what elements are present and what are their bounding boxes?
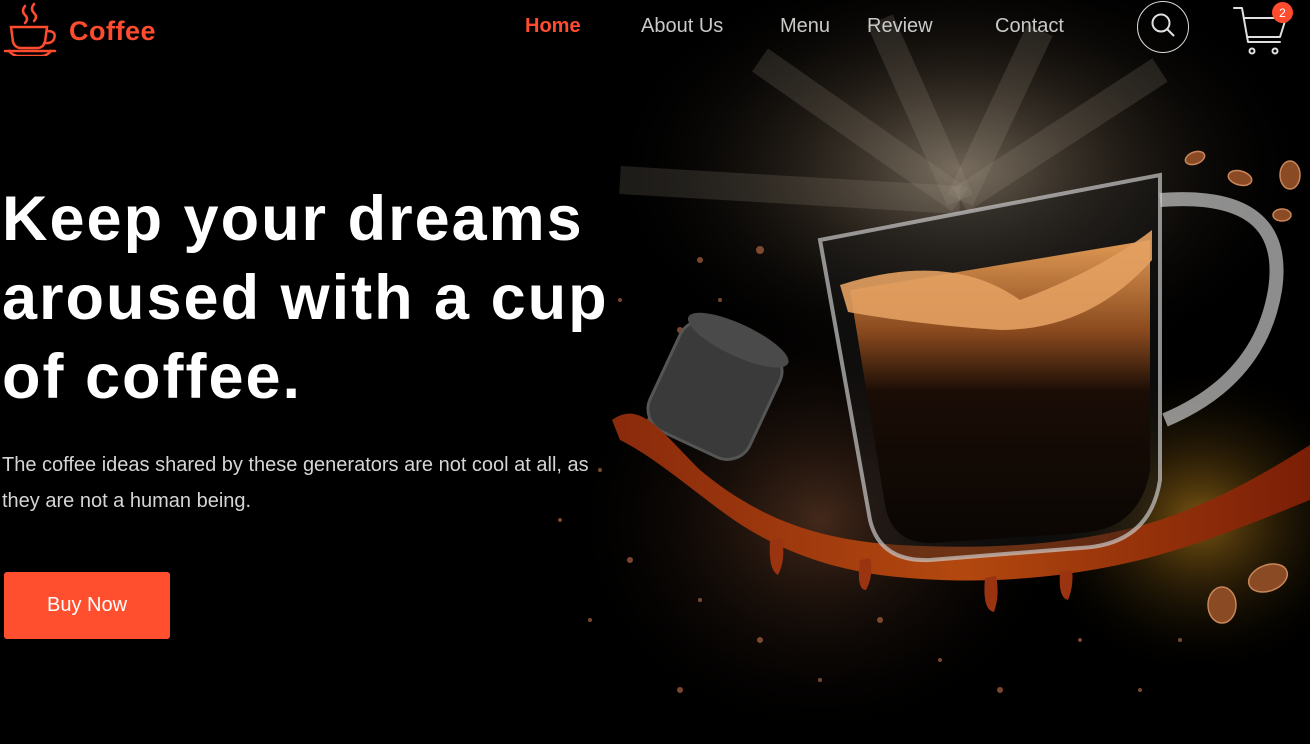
nav-review[interactable]: Review bbox=[867, 15, 933, 38]
coffee-cup-icon bbox=[3, 2, 59, 61]
nav-contact[interactable]: Contact bbox=[995, 15, 1064, 38]
cart-icon bbox=[1232, 7, 1292, 60]
hero-headline: Keep your dreams aroused with a cup of c… bbox=[2, 184, 609, 412]
search-icon bbox=[1150, 12, 1176, 43]
cart-count-badge: 2 bbox=[1272, 2, 1293, 23]
nav-about-us[interactable]: About Us bbox=[641, 15, 723, 38]
brand-logo[interactable]: Coffee bbox=[3, 2, 156, 61]
search-button[interactable] bbox=[1137, 1, 1189, 53]
nav-home[interactable]: Home bbox=[525, 15, 581, 38]
cart-button[interactable]: 2 bbox=[1232, 2, 1293, 56]
hero-subtext: The coffee ideas shared by these generat… bbox=[2, 454, 589, 512]
buy-now-button[interactable]: Buy Now bbox=[4, 572, 170, 639]
nav-menu[interactable]: Menu bbox=[780, 15, 830, 38]
brand-name: Coffee bbox=[69, 16, 157, 46]
